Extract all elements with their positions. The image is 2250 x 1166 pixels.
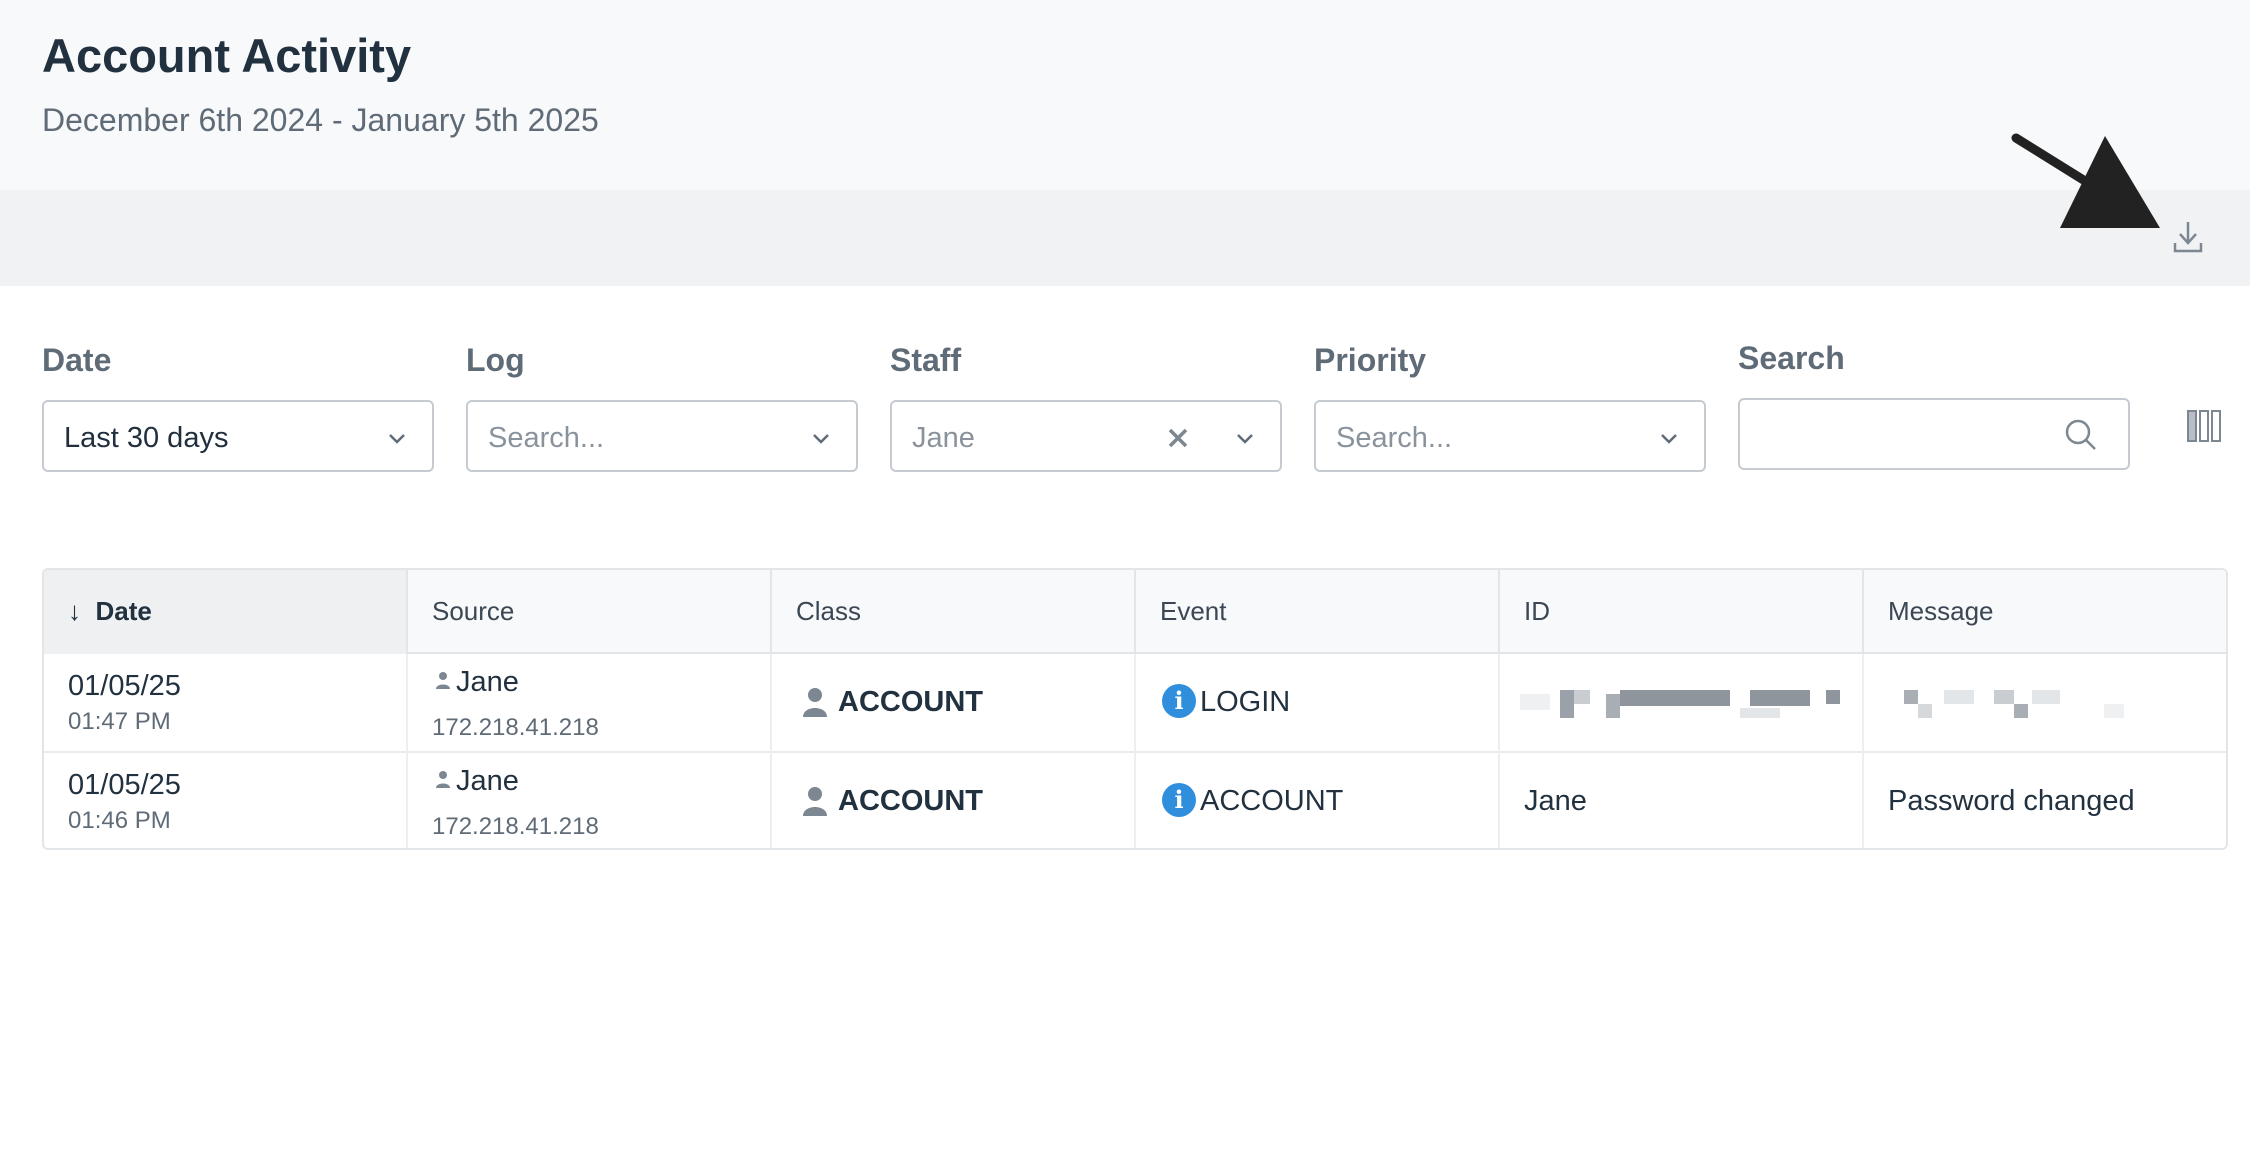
column-header-event[interactable]: Event [1136, 570, 1500, 654]
toolbar [0, 190, 2250, 286]
date-filter-value: Last 30 days [64, 422, 229, 454]
column-header-label: Date [95, 596, 152, 626]
info-icon: i [1162, 684, 1196, 718]
column-header-source[interactable]: Source [408, 570, 772, 654]
event-label: ACCOUNT [1200, 785, 1344, 817]
class-label: ACCOUNT [838, 785, 983, 817]
column-header-label: Event [1160, 596, 1227, 626]
row-date: 01/05/25 [68, 670, 181, 702]
row-time: 01:46 PM [68, 807, 171, 834]
redacted-pixelation [1904, 690, 2124, 718]
annotation-arrow-icon [2011, 133, 2160, 228]
event-cell: i ACCOUNT [1136, 753, 1500, 848]
chevron-down-icon [813, 434, 829, 444]
chevron-down-icon [1661, 434, 1677, 444]
message-value: Password changed [1888, 785, 2135, 817]
event-cell: i LOGIN [1136, 654, 1500, 753]
row-time: 01:47 PM [68, 708, 171, 735]
user-icon [803, 787, 827, 816]
chevron-down-icon [389, 434, 405, 444]
priority-filter-label: Priority [1314, 342, 1427, 378]
staff-filter-label: Staff [890, 342, 962, 378]
user-icon [803, 688, 827, 717]
clear-icon[interactable] [1166, 426, 1190, 450]
download-icon [2173, 222, 2203, 253]
date-cell: 01/05/25 01:46 PM [44, 753, 408, 848]
column-header-date[interactable]: ↓ Date [44, 570, 408, 654]
priority-filter-placeholder: Search... [1336, 422, 1453, 454]
page-header: Account Activity December 6th 2024 - Jan… [0, 0, 2250, 190]
column-header-label: Message [1888, 596, 1994, 626]
class-cell: ACCOUNT [772, 654, 1136, 753]
id-cell: Jane [1500, 753, 1864, 848]
source-ip: 172.218.41.218 [432, 714, 599, 741]
info-icon: i [1162, 783, 1196, 817]
column-header-id[interactable]: ID [1500, 570, 1864, 654]
id-value: Jane [1524, 785, 1587, 817]
page-title: Account Activity [42, 29, 412, 82]
redacted-pixelation [1520, 690, 1840, 718]
source-cell: Jane 172.218.41.218 [408, 753, 772, 848]
user-icon [436, 672, 450, 689]
class-label: ACCOUNT [838, 686, 983, 718]
search-label: Search [1738, 340, 1845, 376]
column-header-label: Source [432, 596, 515, 626]
columns-icon [2187, 410, 2221, 442]
table-header: ↓ Date Source Class Event ID Message [44, 570, 2226, 654]
table-row[interactable]: 01/05/25 01:47 PM Jane 172.218.41.218 AC… [44, 654, 2226, 753]
column-header-label: Class [796, 596, 862, 626]
staff-filter-value: Jane [912, 422, 975, 454]
staff-filter-select[interactable]: Jane [890, 400, 1282, 472]
date-filter-select[interactable]: Last 30 days [42, 400, 434, 472]
event-label: LOGIN [1200, 686, 1291, 718]
source-ip: 172.218.41.218 [432, 813, 599, 840]
log-filter-label: Log [466, 342, 525, 378]
class-cell: ACCOUNT [772, 753, 1136, 848]
column-header-message[interactable]: Message [1864, 570, 2226, 654]
date-cell: 01/05/25 01:47 PM [44, 654, 408, 753]
id-cell-redacted [1500, 654, 1864, 753]
activity-table: ↓ Date Source Class Event ID Message 01/… [42, 568, 2228, 850]
sort-arrow-icon: ↓ [68, 596, 81, 626]
log-filter-placeholder: Search... [488, 422, 605, 454]
download-button[interactable] [2170, 218, 2206, 256]
date-range-subtitle: December 6th 2024 - January 5th 2025 [42, 102, 599, 138]
log-filter-select[interactable]: Search... [466, 400, 858, 472]
column-header-label: ID [1524, 596, 1550, 626]
message-cell-redacted [1864, 654, 2226, 753]
search-input[interactable] [1756, 414, 2056, 454]
date-filter-label: Date [42, 342, 112, 378]
priority-filter-select[interactable]: Search... [1314, 400, 1706, 472]
user-icon [436, 771, 450, 788]
columns-toggle-button[interactable] [2186, 408, 2222, 444]
column-header-class[interactable]: Class [772, 570, 1136, 654]
search-icon[interactable] [2064, 418, 2098, 452]
search-field [1738, 398, 2130, 470]
source-name: Jane [456, 666, 519, 698]
chevron-down-icon [1237, 434, 1253, 444]
row-date: 01/05/25 [68, 769, 181, 801]
source-name: Jane [456, 765, 519, 797]
table-row[interactable]: 01/05/25 01:46 PM Jane 172.218.41.218 AC… [44, 753, 2226, 848]
message-cell: Password changed [1864, 753, 2226, 848]
source-cell: Jane 172.218.41.218 [408, 654, 772, 753]
